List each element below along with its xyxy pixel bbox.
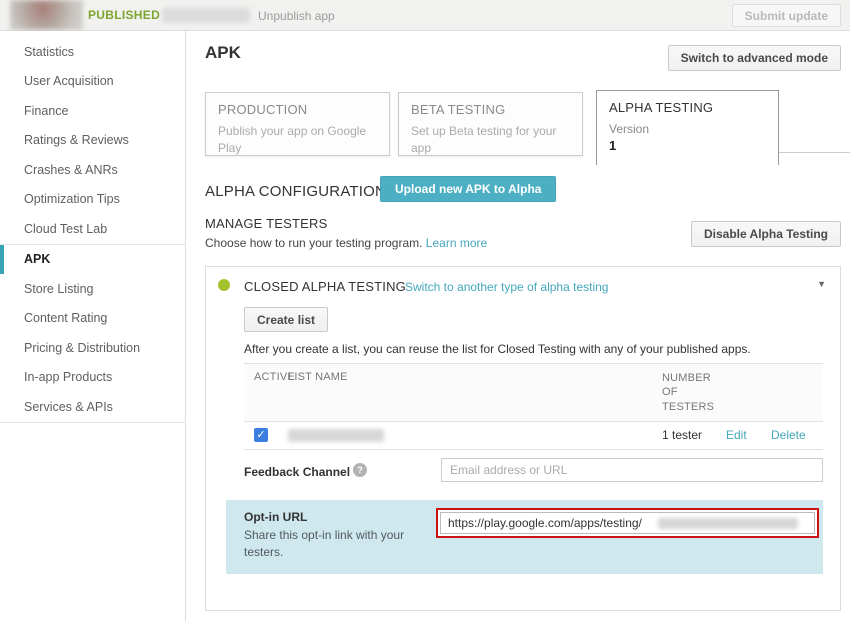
feedback-channel-input[interactable]: [441, 458, 823, 482]
sidebar-item-store-listing[interactable]: Store Listing: [0, 274, 185, 304]
sidebar: Statistics User Acquisition Finance Rati…: [0, 31, 186, 621]
active-status-dot-icon: [218, 279, 230, 291]
red-highlight-box: [436, 508, 819, 538]
sidebar-item-in-app-products[interactable]: In-app Products: [0, 363, 185, 393]
reuse-list-text: After you create a list, you can reuse t…: [244, 342, 751, 356]
optin-url-label: Opt-in URL: [244, 510, 307, 524]
sidebar-item-crashes-anrs[interactable]: Crashes & ANRs: [0, 155, 185, 185]
manage-testers-desc-text: Choose how to run your testing program.: [205, 236, 422, 250]
sidebar-item-apk[interactable]: APK: [0, 245, 185, 275]
delete-link[interactable]: Delete: [771, 428, 823, 442]
closed-alpha-card: CLOSED ALPHA TESTING Switch to another t…: [205, 266, 841, 611]
sidebar-item-cloud-test-lab[interactable]: Cloud Test Lab: [0, 214, 185, 244]
tab-alpha-version-number: 1: [609, 138, 766, 153]
sidebar-item-user-acquisition[interactable]: User Acquisition: [0, 67, 185, 97]
sidebar-item-finance[interactable]: Finance: [0, 96, 185, 126]
sidebar-item-services-apis[interactable]: Services & APIs: [0, 392, 185, 422]
tab-baseline-rule: [779, 152, 850, 153]
alpha-configuration-title: ALPHA CONFIGURATION: [205, 183, 386, 200]
tab-production-desc: Publish your app on Google Play: [218, 123, 377, 158]
disable-alpha-testing-button[interactable]: Disable Alpha Testing: [691, 221, 841, 247]
learn-more-link[interactable]: Learn more: [426, 236, 487, 250]
help-icon[interactable]: ?: [353, 463, 367, 477]
tab-beta-testing[interactable]: BETA TESTING Set up Beta testing for you…: [398, 92, 583, 156]
tab-production[interactable]: PRODUCTION Publish your app on Google Pl…: [205, 92, 390, 156]
manage-testers-desc: Choose how to run your testing program. …: [205, 236, 487, 250]
edit-link[interactable]: Edit: [726, 428, 771, 442]
col-header-active: ACTIVE: [244, 364, 288, 421]
table-row: ✓ 1 tester Edit Delete: [244, 422, 823, 449]
closed-alpha-title: CLOSED ALPHA TESTING: [244, 279, 406, 294]
optin-url-redacted: [658, 518, 798, 529]
app-name-redacted: [162, 8, 250, 23]
testers-table: ACTIVE LIST NAME NUMBER OF TESTERS ✓ 1 t…: [244, 363, 823, 450]
topbar: PUBLISHED Unpublish app Submit update: [0, 0, 850, 31]
submit-update-button[interactable]: Submit update: [732, 4, 841, 27]
tab-alpha-label: ALPHA TESTING: [609, 100, 766, 115]
manage-testers-title: MANAGE TESTERS: [205, 216, 327, 231]
upload-new-apk-button[interactable]: Upload new APK to Alpha: [380, 176, 556, 202]
active-checkbox[interactable]: ✓: [254, 428, 268, 442]
play-console-screen: PUBLISHED Unpublish app Submit update St…: [0, 0, 850, 621]
tab-production-label: PRODUCTION: [218, 102, 377, 117]
tab-beta-label: BETA TESTING: [411, 102, 570, 117]
table-header-row: ACTIVE LIST NAME NUMBER OF TESTERS: [244, 364, 823, 422]
switch-alpha-type-link[interactable]: Switch to another type of alpha testing: [405, 280, 608, 294]
optin-url-panel: Opt-in URL Share this opt-in link with y…: [226, 500, 823, 574]
switch-advanced-mode-button[interactable]: Switch to advanced mode: [668, 45, 841, 71]
tab-alpha-testing[interactable]: ALPHA TESTING Version 1: [596, 90, 779, 165]
unpublish-app-button[interactable]: Unpublish app: [258, 9, 335, 23]
chevron-down-icon[interactable]: ▼: [817, 279, 826, 289]
page-title: APK: [205, 43, 241, 63]
sidebar-item-content-rating[interactable]: Content Rating: [0, 304, 185, 334]
list-name-redacted: [288, 429, 384, 442]
sidebar-item-pricing-distribution[interactable]: Pricing & Distribution: [0, 333, 185, 363]
sidebar-divider: [0, 422, 185, 423]
main-content: APK Switch to advanced mode PRODUCTION P…: [186, 31, 850, 621]
optin-url-desc: Share this opt-in link with your testers…: [244, 527, 422, 562]
sidebar-item-optimization-tips[interactable]: Optimization Tips: [0, 185, 185, 215]
app-icon: [10, 0, 83, 30]
col-header-number-of-testers: NUMBER OF TESTERS: [662, 364, 726, 421]
tab-beta-desc: Set up Beta testing for your app: [411, 123, 570, 158]
col-header-list-name: LIST NAME: [288, 364, 662, 421]
tab-alpha-version-label: Version: [609, 122, 766, 136]
feedback-channel-label: Feedback Channel: [244, 465, 350, 479]
sidebar-item-ratings-reviews[interactable]: Ratings & Reviews: [0, 126, 185, 156]
sidebar-item-statistics[interactable]: Statistics: [0, 37, 185, 67]
status-badge: PUBLISHED: [88, 8, 160, 22]
create-list-button[interactable]: Create list: [244, 307, 328, 332]
testers-count: 1 tester: [662, 428, 726, 444]
